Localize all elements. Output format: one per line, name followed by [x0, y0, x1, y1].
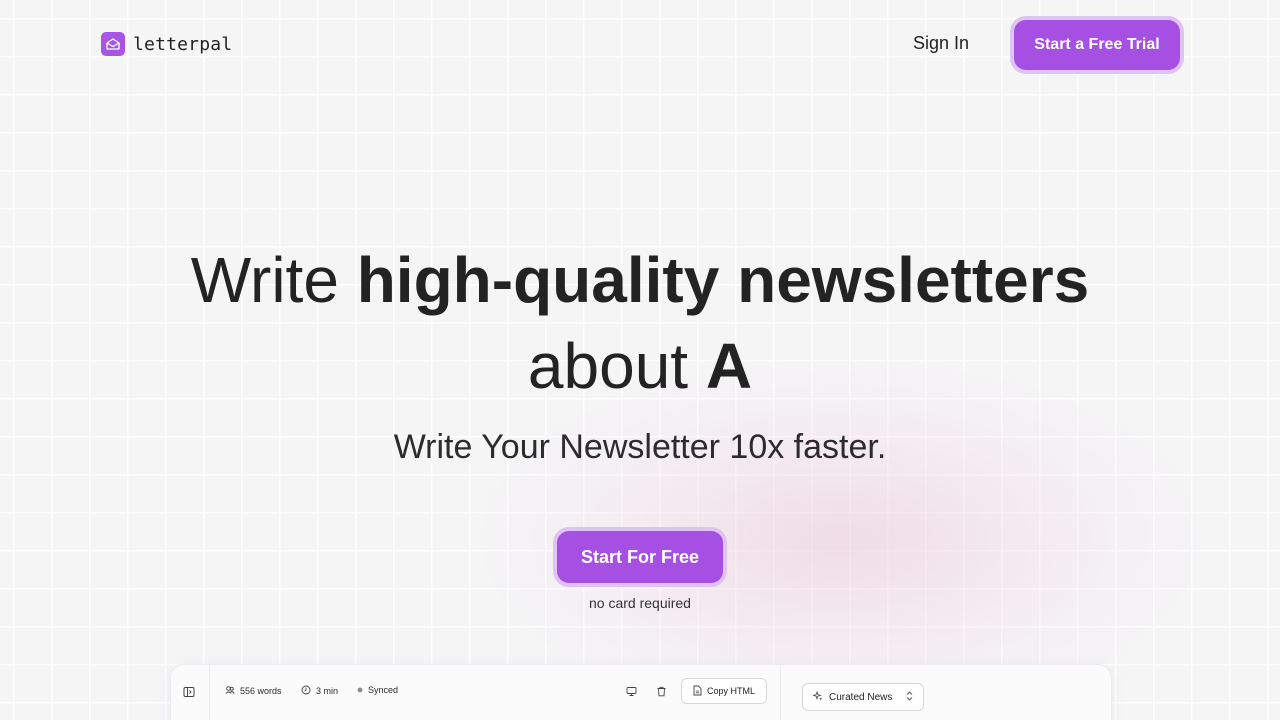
- start-free-trial-button[interactable]: Start a Free Trial: [1010, 16, 1184, 74]
- editor-preview: 556 words 3 min Synced Copy HTML Curated…: [170, 664, 1112, 720]
- monitor-icon[interactable]: [624, 684, 638, 698]
- sync-status-text: Synced: [368, 685, 399, 695]
- status-dot-icon: [357, 685, 363, 695]
- copy-html-button[interactable]: Copy HTML: [681, 678, 767, 704]
- hero-heading-line2: about A: [0, 326, 1280, 406]
- sidebar-toggle-icon[interactable]: [183, 685, 197, 699]
- read-time: 3 min: [301, 685, 338, 697]
- no-card-note: no card required: [589, 595, 691, 611]
- editor-panel-divider: [780, 665, 781, 720]
- sparkle-icon: [812, 690, 823, 704]
- logo-mail-icon: [101, 32, 125, 56]
- sync-status: Synced: [357, 685, 398, 695]
- template-select[interactable]: Curated News: [802, 683, 924, 711]
- sign-in-link[interactable]: Sign In: [913, 33, 969, 54]
- clock-icon: [301, 685, 311, 697]
- start-for-free-button[interactable]: Start For Free: [553, 527, 727, 587]
- file-icon: [693, 685, 702, 698]
- trash-icon[interactable]: [654, 684, 668, 698]
- template-select-value: Curated News: [829, 691, 893, 703]
- hero-heading-topic: A: [705, 330, 753, 402]
- hero-heading-light: Write: [190, 244, 357, 316]
- read-time-text: 3 min: [316, 686, 339, 696]
- editor-divider: [209, 665, 210, 720]
- hero-heading-about: about: [527, 330, 706, 402]
- word-count-text: 556 words: [240, 686, 282, 696]
- hero-heading-bold: high-quality newsletters: [356, 244, 1090, 316]
- chevron-updown-icon: [906, 690, 913, 704]
- logo-text: letterpal: [133, 33, 233, 55]
- words-icon: [225, 685, 235, 697]
- word-count: 556 words: [225, 685, 282, 697]
- hero-heading-line1: Write high-quality newsletters: [0, 240, 1280, 320]
- logo[interactable]: letterpal: [101, 32, 232, 56]
- copy-html-label: Copy HTML: [706, 686, 755, 696]
- hero-subtitle: Write Your Newsletter 10x faster.: [393, 428, 887, 466]
